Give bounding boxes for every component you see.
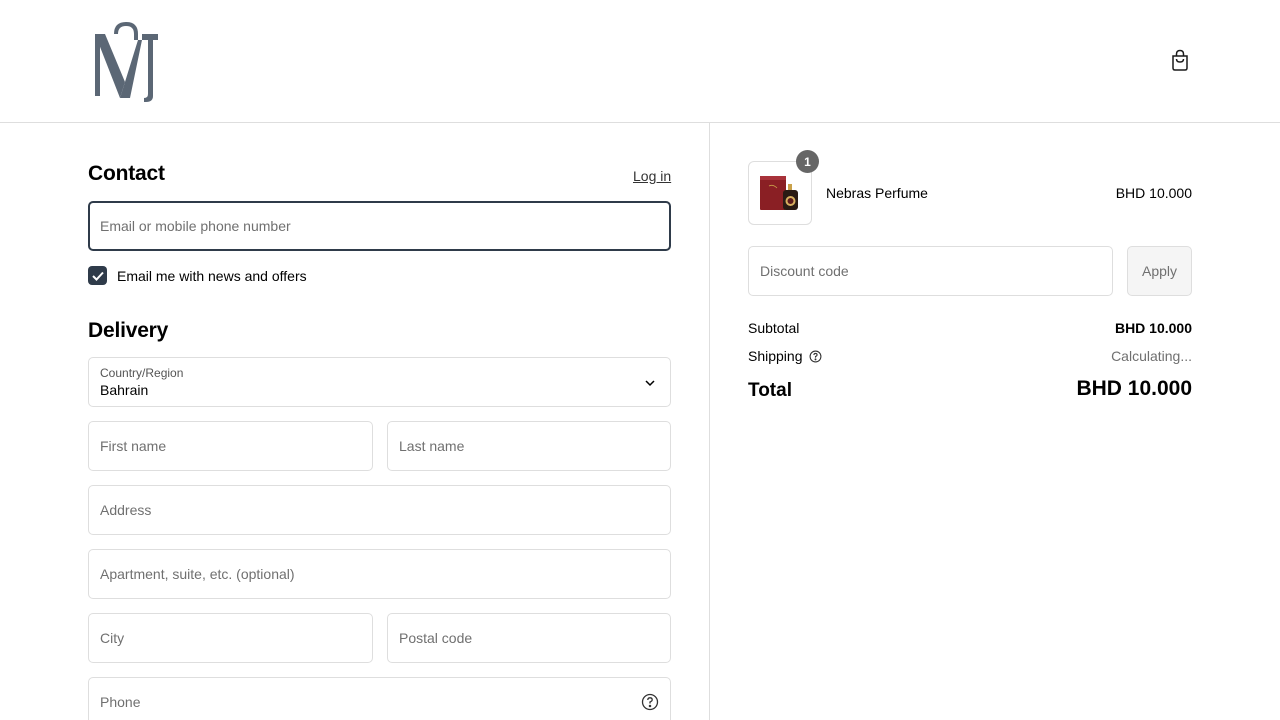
line-item: 1 Nebras Perfume BHD 10.000: [748, 150, 1192, 225]
product-price: BHD 10.000: [1115, 185, 1192, 201]
discount-code-field[interactable]: [748, 246, 1113, 296]
cart-button[interactable]: [1166, 48, 1194, 76]
login-link[interactable]: Log in: [633, 168, 671, 184]
page-header: [0, 0, 1280, 123]
subtotal-row: Subtotal BHD 10.000: [748, 320, 1192, 340]
newsletter-checkbox[interactable]: [88, 266, 107, 285]
country-select[interactable]: Country/Region Bahrain: [88, 357, 671, 407]
phone-input[interactable]: [89, 678, 670, 720]
phone-field[interactable]: [88, 677, 671, 720]
address-input[interactable]: [89, 486, 670, 534]
shipping-label-group: Shipping: [748, 348, 822, 364]
last-name-field[interactable]: [387, 421, 671, 471]
city-input[interactable]: [89, 614, 372, 662]
shipping-label: Shipping: [748, 348, 803, 364]
question-circle-icon[interactable]: [641, 693, 659, 711]
total-label: Total: [748, 380, 792, 401]
apartment-field[interactable]: [88, 549, 671, 599]
postal-code-input[interactable]: [388, 614, 670, 662]
quantity-badge: 1: [796, 150, 819, 173]
first-name-field[interactable]: [88, 421, 373, 471]
country-value: Bahrain: [100, 382, 149, 398]
country-label: Country/Region: [100, 366, 184, 380]
subtotal-label: Subtotal: [748, 320, 800, 336]
delivery-heading: Delivery: [88, 319, 169, 342]
discount-code-input[interactable]: [749, 247, 1112, 295]
mv-logo[interactable]: [92, 20, 164, 104]
apartment-input[interactable]: [89, 550, 670, 598]
email-input[interactable]: [90, 203, 669, 249]
postal-code-field[interactable]: [387, 613, 671, 663]
first-name-input[interactable]: [89, 422, 372, 470]
email-field[interactable]: [88, 201, 671, 251]
question-circle-icon[interactable]: [809, 350, 822, 363]
city-field[interactable]: [88, 613, 373, 663]
address-field[interactable]: [88, 485, 671, 535]
chevron-down-icon: [645, 380, 655, 387]
product-name: Nebras Perfume: [826, 185, 928, 201]
contact-heading: Contact: [88, 162, 165, 185]
shopping-bag-icon: [1170, 49, 1190, 76]
checkmark-icon: [91, 271, 104, 281]
subtotal-value: BHD 10.000: [1114, 320, 1192, 336]
total-value: BHD 10.000: [1076, 377, 1192, 400]
product-thumbnail: 1: [748, 150, 819, 225]
last-name-input[interactable]: [388, 422, 670, 470]
checkout-form: Contact Log in Email me with news and of…: [0, 123, 710, 720]
apply-discount-button[interactable]: Apply: [1127, 246, 1192, 296]
newsletter-checkbox-row[interactable]: Email me with news and offers: [88, 266, 307, 285]
shipping-row: Shipping Calculating...: [748, 348, 1192, 368]
total-row: Total BHD 10.000: [748, 377, 1192, 407]
shipping-value: Calculating...: [1111, 348, 1192, 364]
newsletter-label: Email me with news and offers: [117, 267, 307, 284]
order-summary: 1 Nebras Perfume BHD 10.000 Apply Subtot…: [710, 123, 1280, 720]
